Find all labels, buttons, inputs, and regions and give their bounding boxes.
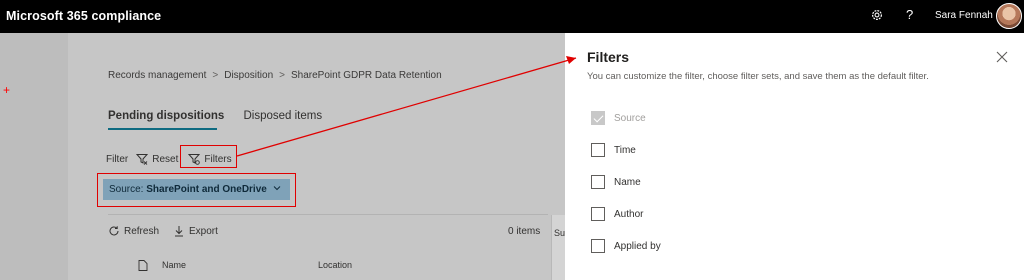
active-tab-indicator	[108, 128, 217, 130]
divider	[108, 214, 548, 215]
filters-panel: Filters You can customize the filter, ch…	[565, 33, 1024, 280]
reset-label: Reset	[152, 153, 179, 165]
breadcrumb-separator: >	[279, 70, 285, 81]
help-icon[interactable]: ?	[906, 7, 913, 22]
user-name: Sara Fennah	[935, 10, 993, 21]
option-label: Author	[614, 208, 644, 220]
export-button[interactable]: Export	[173, 225, 218, 237]
left-nav-rail	[0, 33, 68, 280]
filter-label: Filter	[106, 153, 129, 165]
option-label: Name	[614, 176, 641, 188]
download-icon	[175, 226, 184, 237]
chevron-down-icon	[273, 186, 281, 191]
option-label: Source	[614, 112, 646, 124]
option-label: Applied by	[614, 240, 661, 252]
avatar[interactable]	[996, 3, 1022, 29]
items-count: 0 items	[508, 226, 541, 237]
close-icon[interactable]	[996, 51, 1008, 63]
app-title[interactable]: Microsoft 365 compliance	[6, 9, 161, 23]
export-label: Export	[189, 225, 218, 237]
tab-disposed-items[interactable]: Disposed items	[243, 110, 322, 122]
refresh-icon	[109, 226, 119, 236]
source-value: SharePoint and OneDrive	[146, 184, 267, 195]
summary-card-edge	[551, 215, 565, 280]
column-header-name[interactable]: Name	[162, 260, 186, 270]
filter-option-applied-by[interactable]: Applied by	[591, 239, 661, 253]
filter-reset-icon	[136, 154, 149, 165]
reset-button[interactable]: Reset	[136, 153, 178, 165]
summary-card-label: Su	[554, 228, 566, 238]
annotation-box-filters	[180, 145, 237, 168]
file-type-icon	[138, 260, 148, 271]
checkbox[interactable]	[591, 207, 605, 221]
breadcrumb-separator: >	[212, 70, 219, 81]
filter-option-author[interactable]: Author	[591, 207, 643, 221]
checkbox[interactable]	[591, 175, 605, 189]
filter-option-source: Source	[591, 111, 646, 125]
source-filter-dropdown[interactable]: Source: SharePoint and OneDrive	[103, 179, 290, 200]
refresh-label: Refresh	[124, 225, 160, 237]
cursor-marker-icon: +	[3, 83, 11, 97]
filter-option-name[interactable]: Name	[591, 175, 641, 189]
option-label: Time	[614, 144, 636, 156]
breadcrumb-item-records-management[interactable]: Records management	[108, 70, 206, 81]
breadcrumb-item-disposition[interactable]: Disposition	[224, 70, 273, 81]
top-app-bar: Microsoft 365 compliance ? Sara Fennah	[0, 0, 1024, 33]
checkbox[interactable]	[591, 239, 605, 253]
source-prefix: Source:	[109, 184, 144, 195]
gear-icon[interactable]	[870, 8, 884, 22]
list-toolbar: Refresh Export	[108, 225, 232, 237]
panel-title: Filters	[587, 49, 630, 65]
breadcrumb: Records management > Disposition > SharePoin…	[108, 70, 442, 81]
tab-list: Pending dispositions Disposed items	[108, 110, 338, 122]
tab-pending-dispositions[interactable]: Pending dispositions	[108, 110, 224, 122]
breadcrumb-item-current: SharePoint GDPR Data Retention	[291, 70, 442, 81]
panel-subtitle: You can customize the filter, choose fil…	[587, 71, 929, 82]
refresh-button[interactable]: Refresh	[108, 225, 159, 237]
checkbox-checked	[591, 111, 605, 125]
column-header-location[interactable]: Location	[318, 260, 352, 270]
checkbox[interactable]	[591, 143, 605, 157]
filter-option-time[interactable]: Time	[591, 143, 636, 157]
